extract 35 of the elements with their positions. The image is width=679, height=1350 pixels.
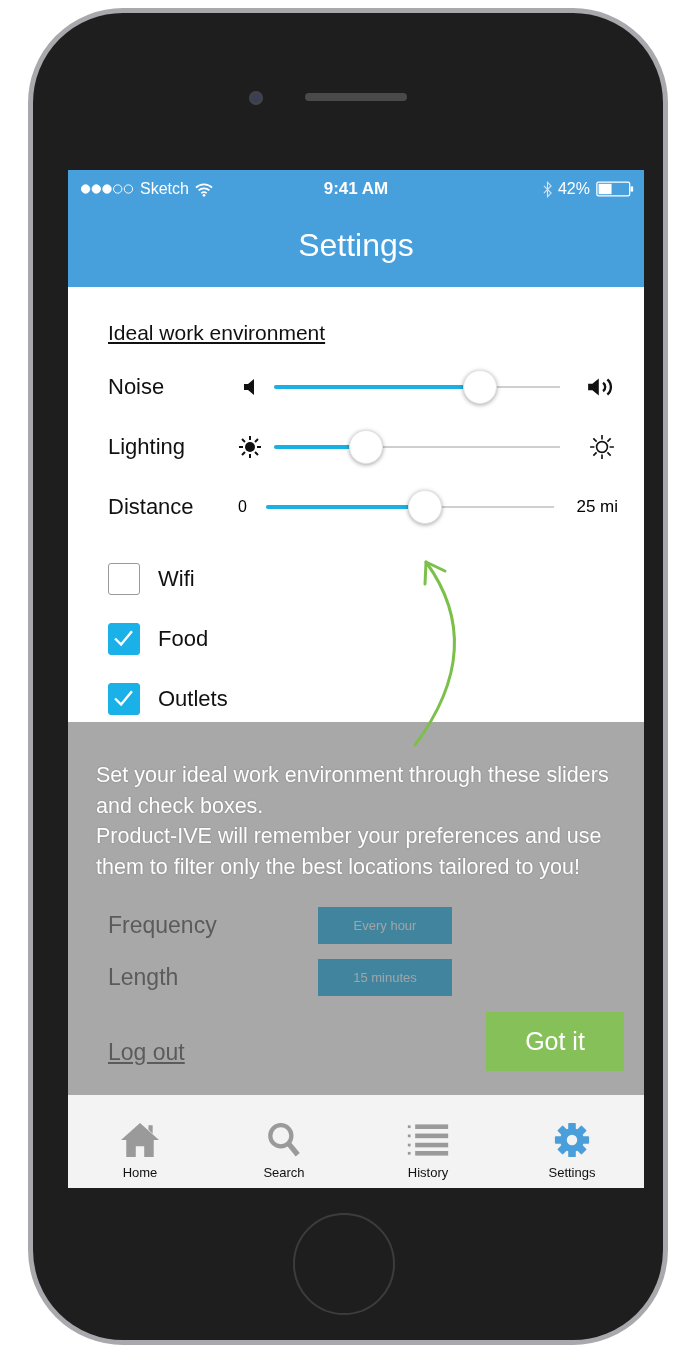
setting-label: Frequency — [108, 911, 218, 939]
checkbox[interactable] — [108, 623, 140, 655]
coach-text: Set your ideal work environment through these sliders and check boxes. — [96, 762, 610, 820]
battery-percent: 42% — [557, 180, 590, 198]
wifi-icon — [194, 181, 213, 197]
range-min: 0 — [238, 498, 248, 516]
battery-icon — [596, 181, 634, 197]
carrier-name: Sketch — [140, 180, 189, 198]
setting-label: Length — [108, 963, 180, 991]
tab[interactable]: Settings — [517, 1121, 627, 1180]
camera-icon — [249, 91, 263, 105]
slider-thumb[interactable] — [348, 430, 383, 464]
slider-thumb[interactable] — [462, 370, 497, 404]
status-time: 9:41 AM — [323, 179, 389, 199]
tab[interactable]: Search — [229, 1121, 339, 1180]
slider-label: Noise — [108, 374, 166, 400]
section-title: Ideal work environment — [108, 321, 326, 345]
tab[interactable]: Home — [85, 1121, 195, 1180]
checkbox[interactable] — [108, 683, 140, 715]
bluetooth-icon — [542, 180, 552, 198]
sun-icon — [238, 435, 262, 459]
checkbox-label: Outlets — [158, 686, 228, 712]
screen-title: Settings — [298, 227, 414, 264]
checkbox-label: Food — [158, 626, 209, 652]
checkbox[interactable] — [108, 563, 140, 595]
checkbox-label: Wifi — [158, 566, 195, 592]
range-max: 25 mi — [576, 497, 618, 517]
signal-icon — [80, 183, 134, 195]
list-icon — [406, 1121, 450, 1159]
tab[interactable]: History — [373, 1121, 483, 1180]
coach-text: Product-IVE will remember your preferences and use them to filter only the best locations tailored to you! — [96, 823, 603, 881]
slider-label: Distance — [108, 494, 195, 520]
slider-thumb[interactable] — [407, 490, 442, 524]
slider-label: Lighting — [108, 434, 187, 460]
home-button[interactable] — [293, 1213, 395, 1315]
